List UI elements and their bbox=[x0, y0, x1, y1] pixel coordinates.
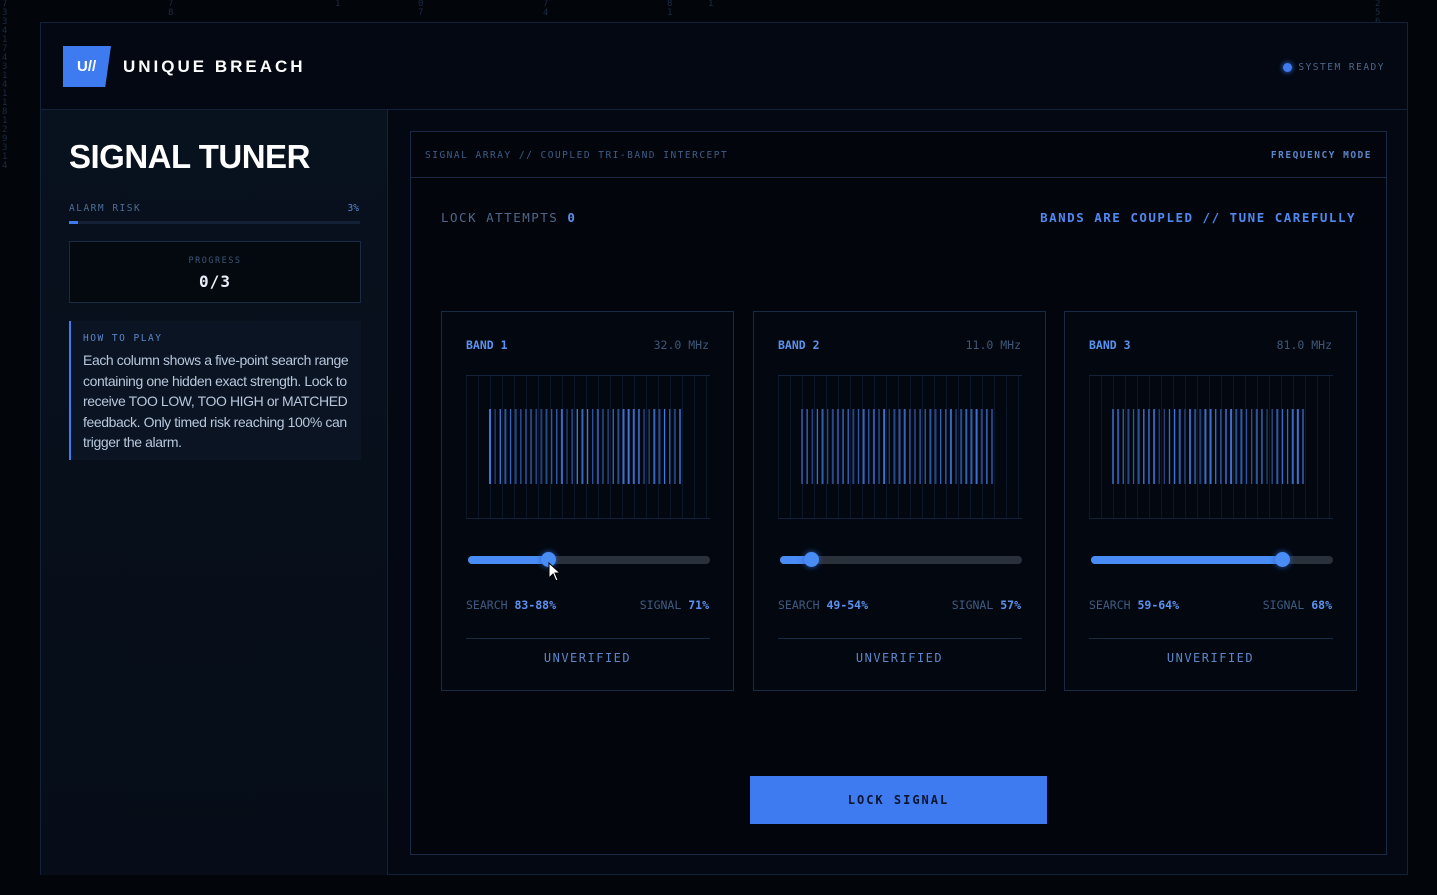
system-status: SYSTEM READY bbox=[1283, 62, 1385, 73]
signal-strength-label: SIGNAL bbox=[639, 598, 682, 612]
app-frame: U// UNIQUE BREACH SYSTEM READY SIGNAL TU… bbox=[40, 22, 1408, 875]
signal-panel: SIGNAL ARRAY // COUPLED TRI-BAND INTERCE… bbox=[410, 131, 1387, 855]
band-status: UNVERIFIED bbox=[855, 651, 944, 665]
search-range-label: SEARCH bbox=[778, 598, 820, 612]
band-frequency: 81.0 MHz bbox=[1276, 338, 1332, 352]
signal-strength-value: 57% bbox=[1000, 598, 1021, 612]
mouse-pointer-icon bbox=[548, 562, 562, 582]
band-status: UNVERIFIED bbox=[543, 651, 632, 665]
divider bbox=[1089, 638, 1333, 639]
slider-fill bbox=[1091, 556, 1283, 564]
alarm-risk-value: 3% bbox=[347, 203, 359, 214]
lock-attempts-value: 0 bbox=[567, 210, 577, 225]
how-to-play-title: HOW TO PLAY bbox=[83, 333, 163, 344]
search-range-value: 59-64% bbox=[1137, 598, 1180, 612]
frequency-mode-label: FREQUENCY MODE bbox=[1270, 150, 1372, 161]
waveform-bars bbox=[1112, 409, 1304, 484]
progress-box: PROGRESS 0/3 bbox=[69, 241, 361, 303]
band-name: BAND 1 bbox=[466, 338, 508, 352]
band-frequency: 11.0 MHz bbox=[965, 338, 1021, 352]
band-slider[interactable] bbox=[1091, 552, 1333, 567]
lock-signal-button[interactable]: LOCK SIGNAL bbox=[750, 776, 1047, 824]
sidebar: SIGNAL TUNER ALARM RISK 3% PROGRESS 0/3 … bbox=[41, 110, 388, 875]
search-range-label: SEARCH bbox=[466, 598, 508, 612]
system-status-label: SYSTEM READY bbox=[1298, 62, 1385, 73]
alarm-risk-label: ALARM RISK bbox=[69, 203, 142, 214]
panel-title: SIGNAL ARRAY // COUPLED TRI-BAND INTERCE… bbox=[425, 150, 729, 161]
coupled-notice: BANDS ARE COUPLED // TUNE CAREFULLY bbox=[1040, 210, 1356, 225]
signal-strength-label: SIGNAL bbox=[1262, 598, 1305, 612]
how-to-play: HOW TO PLAY Each column shows a five-poi… bbox=[69, 321, 361, 460]
page-title: SIGNAL TUNER bbox=[69, 138, 310, 175]
band-name: BAND 2 bbox=[778, 338, 820, 352]
band-card-3: BAND 3 81.0 MHz SEARCH 59-64% SIGNAL 68%… bbox=[1064, 311, 1357, 691]
band-slider[interactable] bbox=[780, 552, 1022, 567]
signal-strength-value: 71% bbox=[688, 598, 709, 612]
search-range-value: 83-88% bbox=[514, 598, 557, 612]
how-to-play-text: Each column shows a five-point search ra… bbox=[83, 352, 349, 450]
divider bbox=[466, 638, 710, 639]
logo-badge: U// bbox=[63, 46, 111, 87]
slider-fill bbox=[468, 556, 548, 564]
search-range: SEARCH 83-88% bbox=[466, 598, 556, 612]
band-waveform bbox=[1089, 375, 1333, 519]
status-dot-icon bbox=[1283, 63, 1293, 72]
brand-name: UNIQUE BREACH bbox=[123, 57, 306, 76]
band-status: UNVERIFIED bbox=[1166, 651, 1255, 665]
divider bbox=[778, 638, 1022, 639]
signal-strength: SIGNAL 57% bbox=[952, 598, 1021, 612]
band-frequency: 32.0 MHz bbox=[653, 338, 709, 352]
search-range-label: SEARCH bbox=[1089, 598, 1131, 612]
lock-attempts-label: LOCK ATTEMPTS bbox=[441, 210, 559, 225]
signal-strength-label: SIGNAL bbox=[951, 598, 994, 612]
band-waveform bbox=[778, 375, 1022, 519]
search-range: SEARCH 49-54% bbox=[778, 598, 868, 612]
waveform-bars bbox=[801, 409, 993, 484]
band-card-1: BAND 1 32.0 MHz SEARCH 83-88% SIGNAL 71%… bbox=[441, 311, 734, 691]
alarm-risk-fill bbox=[69, 221, 78, 224]
band-waveform bbox=[466, 375, 710, 519]
alarm-risk-bar bbox=[69, 221, 360, 224]
slider-handle[interactable] bbox=[804, 552, 820, 567]
panel-header: SIGNAL ARRAY // COUPLED TRI-BAND INTERCE… bbox=[411, 132, 1386, 178]
band-name: BAND 3 bbox=[1089, 338, 1131, 352]
signal-strength-value: 68% bbox=[1311, 598, 1332, 612]
signal-strength: SIGNAL 71% bbox=[640, 598, 709, 612]
lock-attempts: LOCK ATTEMPTS 0 bbox=[441, 210, 576, 225]
progress-label: PROGRESS bbox=[188, 256, 242, 266]
search-range: SEARCH 59-64% bbox=[1089, 598, 1179, 612]
signal-strength: SIGNAL 68% bbox=[1263, 598, 1332, 612]
band-slider[interactable] bbox=[468, 552, 710, 567]
search-range-value: 49-54% bbox=[826, 598, 869, 612]
app-header: U// UNIQUE BREACH SYSTEM READY bbox=[41, 23, 1407, 110]
band-card-2: BAND 2 11.0 MHz SEARCH 49-54% SIGNAL 57%… bbox=[753, 311, 1046, 691]
waveform-bars bbox=[489, 409, 681, 484]
slider-handle[interactable] bbox=[1275, 552, 1291, 567]
progress-value: 0/3 bbox=[199, 272, 231, 291]
